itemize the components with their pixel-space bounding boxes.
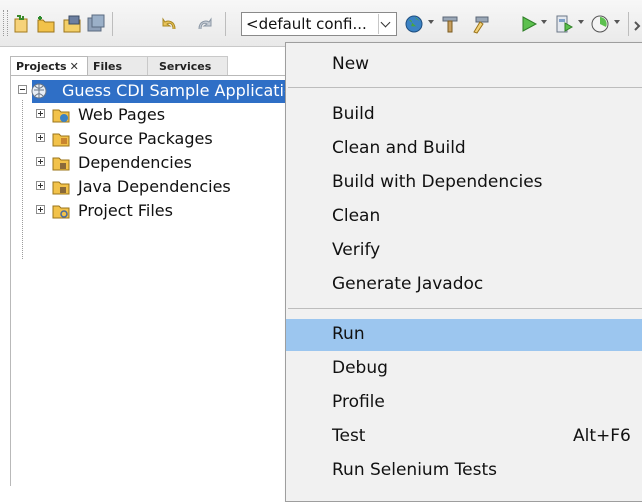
menu-item-new[interactable]: New: [286, 49, 642, 81]
menu-item-shortcut: Alt+F6: [573, 426, 631, 446]
menu-item-label: Build with Dependencies: [332, 172, 543, 192]
menu-item-label: Clean and Build: [332, 138, 466, 158]
tree-connector: [22, 100, 23, 259]
tree-node-root[interactable]: Guess CDI Sample Application: [14, 80, 304, 102]
toolbar-grip[interactable]: [3, 10, 8, 36]
open-project-icon[interactable]: [62, 14, 82, 34]
expand-icon[interactable]: [36, 157, 45, 166]
tree-node-label: Web Pages: [78, 105, 166, 124]
tree-node-label: Dependencies: [78, 153, 192, 172]
panel-tabs: Projects ✕ Files Services: [10, 56, 290, 76]
menu-item-debug[interactable]: Debug: [286, 353, 642, 385]
menu-item-label: Verify: [332, 240, 381, 260]
project-files-folder-icon: [52, 205, 70, 219]
menu-item-run[interactable]: Run: [286, 319, 642, 351]
expand-icon[interactable]: [36, 109, 45, 118]
configuration-combo-value: <default confi...: [246, 15, 367, 33]
clean-build-icon[interactable]: [471, 14, 491, 34]
menu-item-test[interactable]: Test Alt+F6: [286, 421, 642, 453]
toolbar-separator: [225, 12, 226, 36]
run-dropdown-arrow[interactable]: [541, 20, 547, 24]
menu-item-label: Test: [332, 426, 366, 446]
menu-item-label: New: [332, 54, 370, 74]
toolbar-overflow-icon[interactable]: [633, 14, 642, 34]
tab-services[interactable]: Services: [148, 56, 228, 75]
project-context-menu: New Build Clean and Build Build with Dep…: [285, 42, 642, 502]
menu-item-profile[interactable]: Profile: [286, 387, 642, 419]
chevron-down-icon[interactable]: [378, 14, 395, 34]
menu-item-run-selenium-tests[interactable]: Run Selenium Tests: [286, 455, 642, 487]
menu-item-label: Profile: [332, 392, 385, 412]
menu-item-label: Run: [332, 324, 365, 344]
tab-files-label: Files: [93, 60, 123, 73]
menu-item-verify[interactable]: Verify: [286, 235, 642, 267]
tree-node-root-label: Guess CDI Sample Application: [62, 81, 304, 100]
web-project-icon: [31, 83, 47, 99]
browser-dropdown-arrow[interactable]: [428, 20, 434, 24]
save-all-icon[interactable]: [86, 14, 106, 34]
expand-icon[interactable]: [36, 133, 45, 142]
toolbar-separator: [628, 12, 629, 36]
java-dependencies-folder-icon: [52, 181, 70, 195]
toolbar-separator: [112, 12, 113, 36]
menu-separator: [288, 308, 642, 309]
collapse-icon[interactable]: [18, 85, 27, 94]
run-icon[interactable]: [519, 14, 539, 34]
menu-item-label: Generate Javadoc: [332, 274, 484, 294]
browser-icon[interactable]: [404, 14, 424, 34]
tree-node-label: Project Files: [78, 201, 173, 220]
menu-item-build-with-dependencies[interactable]: Build with Dependencies: [286, 167, 642, 199]
tab-services-label: Services: [159, 60, 212, 73]
menu-item-clean[interactable]: Clean: [286, 201, 642, 233]
new-project-icon[interactable]: [12, 14, 32, 34]
menu-item-label: Clean: [332, 206, 381, 226]
debug-icon[interactable]: [554, 14, 574, 34]
source-packages-folder-icon: [52, 133, 70, 147]
close-icon[interactable]: ✕: [70, 60, 79, 73]
tab-projects[interactable]: Projects ✕: [10, 56, 88, 75]
tab-projects-label: Projects: [16, 60, 67, 73]
new-file-icon[interactable]: [36, 14, 56, 34]
expand-icon[interactable]: [36, 205, 45, 214]
dependencies-folder-icon: [52, 157, 70, 171]
menu-item-build[interactable]: Build: [286, 99, 642, 131]
main-toolbar: <default confi...: [0, 0, 642, 47]
tree-node-label: Source Packages: [78, 129, 213, 148]
menu-item-label: Debug: [332, 358, 388, 378]
menu-item-generate-javadoc[interactable]: Generate Javadoc: [286, 269, 642, 301]
menu-item-clean-and-build[interactable]: Clean and Build: [286, 133, 642, 165]
menu-separator: [288, 87, 642, 88]
profile-icon[interactable]: [590, 14, 610, 34]
tab-files[interactable]: Files: [88, 56, 148, 75]
expand-icon[interactable]: [36, 181, 45, 190]
build-icon[interactable]: [440, 14, 460, 34]
tree-node-label: Java Dependencies: [78, 177, 231, 196]
web-pages-folder-icon: [52, 109, 70, 123]
undo-icon[interactable]: [160, 14, 180, 34]
menu-item-label: Build: [332, 104, 375, 124]
menu-item-label: Run Selenium Tests: [332, 460, 498, 480]
profile-dropdown-arrow[interactable]: [614, 20, 620, 24]
configuration-combo[interactable]: <default confi...: [241, 12, 397, 36]
redo-icon[interactable]: [194, 14, 214, 34]
debug-dropdown-arrow[interactable]: [578, 20, 584, 24]
